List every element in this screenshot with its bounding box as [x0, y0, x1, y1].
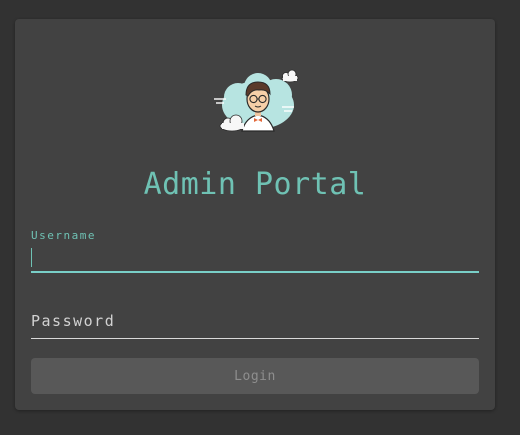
login-button[interactable]: Login — [31, 358, 479, 394]
developer-avatar-icon — [214, 69, 299, 132]
username-field[interactable]: Username — [31, 227, 479, 273]
login-card: Admin Portal Username Password Login — [15, 19, 495, 410]
password-field[interactable]: Password — [31, 309, 479, 339]
username-label: Username — [31, 229, 96, 242]
text-caret — [31, 248, 32, 267]
username-input[interactable] — [31, 247, 479, 269]
username-underline — [31, 271, 479, 273]
page-title: Admin Portal — [143, 167, 367, 202]
password-input[interactable] — [31, 309, 479, 337]
password-underline — [31, 338, 479, 339]
